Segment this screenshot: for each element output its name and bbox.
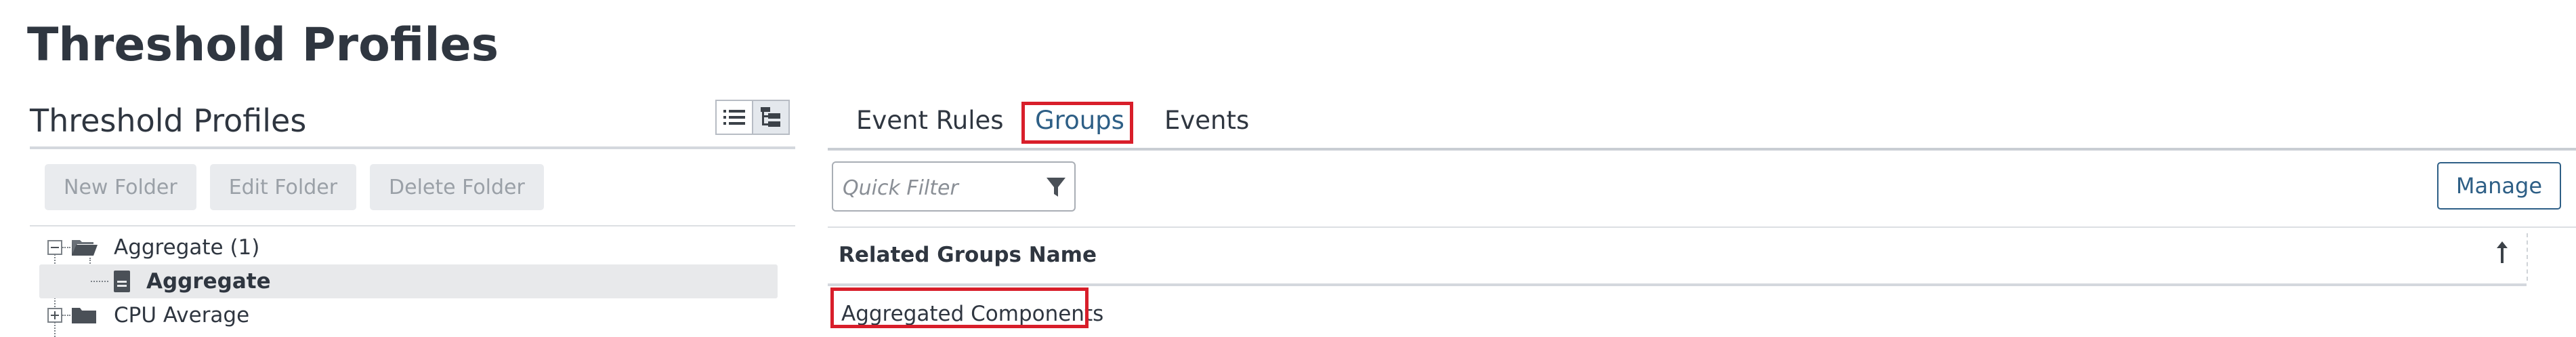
expand-icon[interactable] <box>47 308 62 323</box>
tree-view-button[interactable] <box>752 100 790 135</box>
grid-divider <box>828 226 2576 228</box>
new-folder-button[interactable]: New Folder <box>45 164 196 210</box>
sort-ascending-icon[interactable] <box>2495 240 2509 264</box>
list-view-icon <box>723 110 745 125</box>
grid-header-divider <box>828 283 2527 286</box>
panel-header: Threshold Profiles <box>30 95 795 149</box>
manage-button[interactable]: Manage <box>2436 162 2561 210</box>
tree-divider <box>30 225 795 226</box>
delete-folder-button[interactable]: Delete Folder <box>370 164 544 210</box>
tab-event-rules[interactable]: Event Rules <box>856 102 1004 140</box>
tab-groups-highlight <box>1021 102 1133 144</box>
folder-toolbar: New Folder Edit Folder Delete Folder <box>45 164 557 210</box>
details-panel: Event Rules Groups Events Manage Related… <box>828 95 2576 337</box>
document-icon <box>114 271 130 292</box>
tree-item-label: CPU Average <box>114 303 250 328</box>
column-header-related-groups-name[interactable]: Related Groups Name <box>839 243 1097 267</box>
quick-filter <box>832 161 1076 212</box>
row-highlight <box>830 288 1089 328</box>
list-view-button[interactable] <box>715 100 753 135</box>
edit-folder-button[interactable]: Edit Folder <box>209 164 357 210</box>
filter-icon[interactable] <box>1046 176 1066 198</box>
tree-item-aggregate-profile[interactable]: Aggregate <box>39 264 778 298</box>
tree-item-label: Aggregate (1) <box>114 235 260 260</box>
folder-open-icon <box>72 240 98 256</box>
tab-bar: Event Rules Groups Events <box>828 95 2576 151</box>
tree-item-cpu-average[interactable]: CPU Average <box>47 298 249 332</box>
view-toggle <box>715 100 790 135</box>
tree-item-aggregate-folder[interactable]: Aggregate (1) <box>47 231 259 264</box>
collapse-icon[interactable] <box>47 240 62 255</box>
quick-filter-input[interactable] <box>841 172 1034 203</box>
tree-item-label: Aggregate <box>146 269 271 294</box>
threshold-profiles-panel: Threshold Profiles New Folder Edit Folde… <box>30 95 795 337</box>
panel-title: Threshold Profiles <box>30 102 307 139</box>
folder-icon <box>72 308 96 323</box>
tree-view-icon <box>761 107 780 127</box>
page-title: Threshold Profiles <box>27 18 499 72</box>
column-resize-handle[interactable] <box>2527 233 2528 281</box>
tab-events[interactable]: Events <box>1164 102 1249 140</box>
